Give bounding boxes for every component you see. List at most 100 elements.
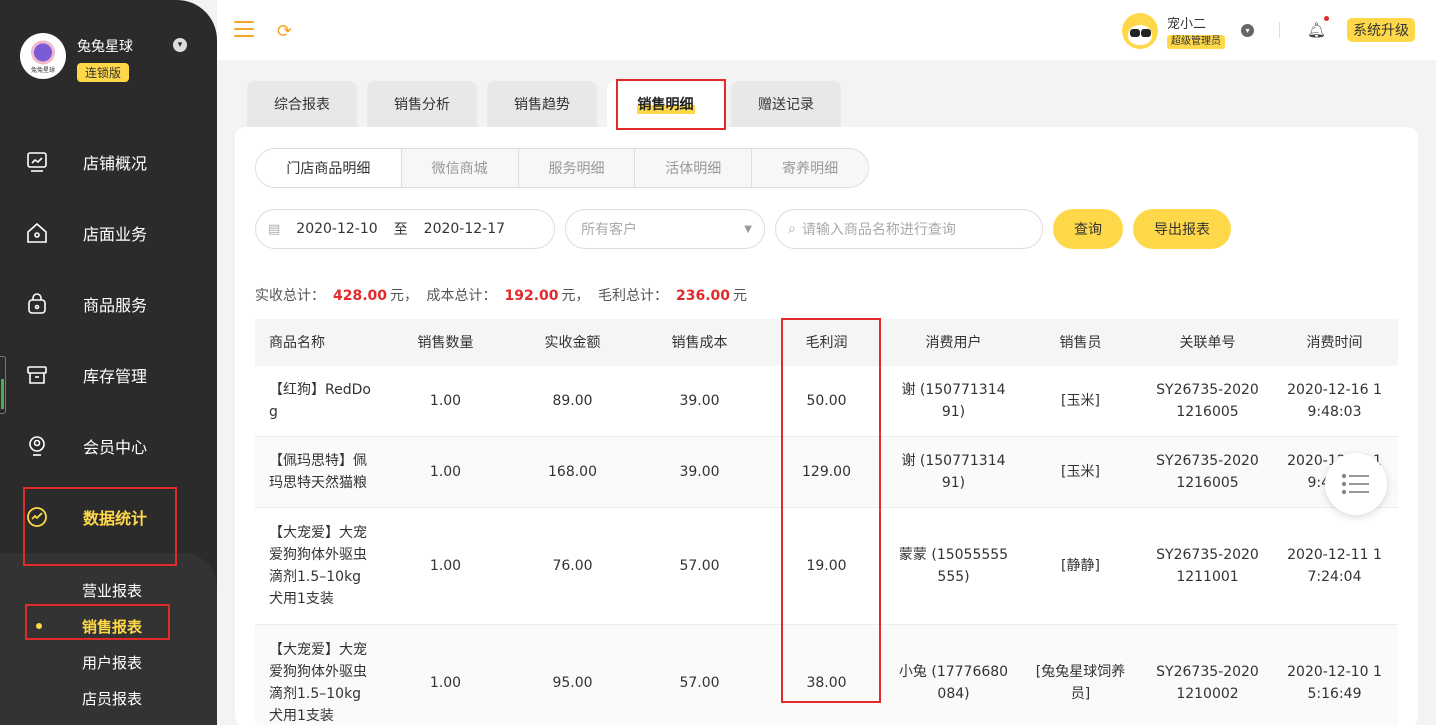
table-cell: 168.00 xyxy=(548,464,597,480)
user-name: 宠小二 xyxy=(1167,17,1207,32)
table-cell: 57.00 xyxy=(679,558,720,574)
table-cell: 蒙蒙 (15055555 555) xyxy=(898,547,1009,585)
topbar: ⟳ 宠小二 超级管理员 ▾ 🔔︎ 系统升级 xyxy=(217,0,1436,60)
table-cell: SY26735-2020 1211001 xyxy=(1156,547,1259,585)
highlight-box-profit-column xyxy=(781,318,881,703)
box-icon xyxy=(24,362,50,388)
upgrade-button[interactable]: 系统升级 xyxy=(1347,18,1415,42)
table-cell: 39.00 xyxy=(679,464,720,480)
user-role-badge: 超级管理员 xyxy=(1167,35,1225,49)
date-range-picker[interactable]: ▤ 2020-12-10 至 2020-12-17 xyxy=(255,209,555,249)
avatar[interactable] xyxy=(1122,13,1158,49)
brand: 兔兔星球 兔兔星球 连锁版 xyxy=(20,33,133,82)
col-header: 关联单号 xyxy=(1179,334,1236,351)
sidebar-item-overview[interactable]: 店铺概况 xyxy=(24,147,174,177)
sidebar-item-member[interactable]: 会员中心 xyxy=(24,431,174,461)
submenu-item-business-report[interactable]: 营业报表 xyxy=(82,580,142,601)
table-cell: 谢 (150771314 91) xyxy=(901,453,1006,491)
date-end[interactable]: 2020-12-17 xyxy=(424,221,505,237)
brand-name: 兔兔星球 xyxy=(77,39,133,55)
search-input[interactable]: 请输入商品名称进行查询 xyxy=(802,219,956,239)
table-cell: 1.00 xyxy=(429,464,462,480)
customer-select[interactable]: 所有客户 ▼ xyxy=(565,209,765,249)
sidebar-handle[interactable] xyxy=(0,356,6,414)
sidebar-item-inventory[interactable]: 库存管理 xyxy=(24,360,174,390)
menu-icon[interactable] xyxy=(234,21,254,37)
notification-dot xyxy=(1324,16,1329,21)
table-cell: SY26735-2020 1216005 xyxy=(1156,382,1259,420)
subtab-store-goods[interactable]: 门店商品明细 xyxy=(256,149,401,187)
submenu-item-staff-report[interactable]: 店员报表 xyxy=(82,688,142,709)
list-icon xyxy=(1341,473,1369,495)
table-cell: 谢 (150771314 91) xyxy=(901,382,1006,420)
table-cell: [兔兔星球饲养 员] xyxy=(1035,664,1126,702)
table-cell: 1.00 xyxy=(429,675,462,691)
monitor-icon xyxy=(24,149,50,175)
subtab-live-animal[interactable]: 活体明细 xyxy=(634,149,752,187)
table-cell: 89.00 xyxy=(552,393,593,409)
table-cell: 1.00 xyxy=(429,558,462,574)
subtab-group: 门店商品明细 微信商城 服务明细 活体明细 寄养明细 xyxy=(255,148,869,188)
received-total: 428.00 xyxy=(333,288,388,304)
col-header: 销售成本 xyxy=(671,334,728,351)
brand-badge: 连锁版 xyxy=(77,63,130,82)
col-header: 销售数量 xyxy=(417,334,474,351)
calendar-icon: ▤ xyxy=(268,221,281,237)
table-cell: 【红狗】RedDo g xyxy=(269,382,371,420)
col-header: 商品名称 xyxy=(269,334,325,351)
table-cell: 76.00 xyxy=(552,558,593,574)
table-cell: 95.00 xyxy=(552,675,593,691)
bell-icon[interactable]: 🔔︎ xyxy=(1307,21,1326,39)
table-cell: 39.00 xyxy=(679,393,720,409)
table-cell: 【佩玛思特】佩 玛思特天然猫粮 xyxy=(269,453,367,491)
tab-overall-report[interactable]: 综合报表 xyxy=(247,81,357,127)
tab-sales-trend[interactable]: 销售趋势 xyxy=(487,81,597,127)
table-cell: [玉米] xyxy=(1061,464,1100,480)
col-header: 消费用户 xyxy=(925,334,982,351)
date-separator: 至 xyxy=(393,222,408,238)
table-cell: 【大宠爱】大宠 爱狗狗体外驱虫 滴剂1.5–10kg 犬用1支装 xyxy=(269,642,367,724)
table-cell: 57.00 xyxy=(679,675,720,691)
query-button[interactable]: 查询 xyxy=(1053,209,1123,249)
customer-select-value: 所有客户 xyxy=(581,222,637,238)
table-cell: 2020-12-16 1 9:48:03 xyxy=(1287,382,1382,420)
highlight-box-sales-detail xyxy=(616,79,726,130)
member-icon xyxy=(24,433,50,459)
highlight-box-sales-report xyxy=(25,604,170,640)
table-cell: 小兔 (17776680 084) xyxy=(898,664,1009,702)
search-icon: ⌕ xyxy=(788,221,796,237)
date-start[interactable]: 2020-12-10 xyxy=(296,221,377,237)
profit-total: 236.00 xyxy=(675,288,730,304)
tab-sales-analysis[interactable]: 销售分析 xyxy=(367,81,477,127)
table-cell: 2020-12-11 1 7:24:04 xyxy=(1287,547,1382,585)
export-button[interactable]: 导出报表 xyxy=(1133,209,1231,249)
caret-down-icon: ▼ xyxy=(744,223,752,235)
table-cell: 【大宠爱】大宠 爱狗狗体外驱虫 滴剂1.5–10kg 犬用1支装 xyxy=(269,525,367,607)
chevron-down-icon[interactable]: ▾ xyxy=(1241,24,1254,37)
subtab-boarding[interactable]: 寄养明细 xyxy=(751,149,868,187)
cost-total: 192.00 xyxy=(504,288,559,304)
subtab-service[interactable]: 服务明细 xyxy=(517,149,635,187)
subtab-wechat-mall[interactable]: 微信商城 xyxy=(400,149,518,187)
summary-line: 实收总计： 428.00 元， 成本总计： 192.00 元， 毛利总计： 236.00 元 xyxy=(255,288,747,304)
brand-logo: 兔兔星球 xyxy=(20,33,66,79)
search-box[interactable]: ⌕ 请输入商品名称进行查询 xyxy=(775,209,1043,249)
col-header: 销售员 xyxy=(1059,334,1102,351)
col-header: 实收金额 xyxy=(544,334,601,351)
bag-icon xyxy=(24,291,50,317)
sidebar-item-goods[interactable]: 商品服务 xyxy=(24,289,174,319)
col-header: 消费时间 xyxy=(1306,334,1363,351)
table-cell: 1.00 xyxy=(429,393,462,409)
table-cell: SY26735-2020 1210002 xyxy=(1156,664,1259,702)
tab-gift-record[interactable]: 赠送记录 xyxy=(731,81,841,127)
home-icon xyxy=(24,220,50,246)
divider xyxy=(1279,22,1280,38)
chevron-down-icon[interactable]: ▾ xyxy=(173,38,187,52)
submenu-item-user-report[interactable]: 用户报表 xyxy=(82,652,142,673)
list-menu-button[interactable] xyxy=(1325,453,1387,515)
table-cell: SY26735-2020 1216005 xyxy=(1156,453,1259,491)
table-cell: 2020-12-10 1 5:16:49 xyxy=(1287,664,1382,702)
sidebar-item-store[interactable]: 店面业务 xyxy=(24,218,174,248)
highlight-box-statistics xyxy=(23,487,177,566)
refresh-icon[interactable]: ⟳ xyxy=(277,21,292,42)
